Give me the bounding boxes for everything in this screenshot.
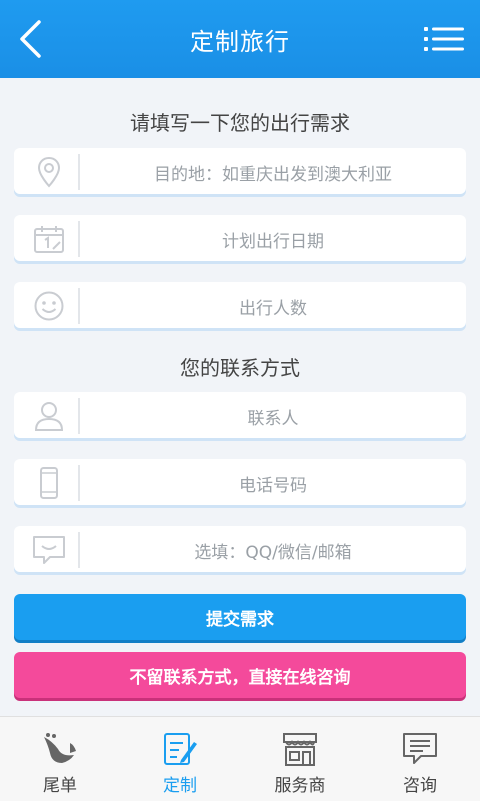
tab-label: 咨询: [403, 776, 437, 796]
smiley-icon: [34, 291, 64, 321]
tab-custom[interactable]: 定制: [120, 717, 240, 801]
other-contact-field[interactable]: 选填：QQ/微信/邮箱: [14, 526, 466, 572]
needs-section-title: 请填写一下您的出行需求: [130, 111, 350, 135]
contact-name-field[interactable]: 联系人: [14, 392, 466, 438]
phone-icon: [40, 467, 58, 499]
message-icon: [403, 733, 437, 764]
bird-icon: [44, 733, 76, 763]
bottom-tab-bar: 尾单 定制 服务商 咨询: [0, 716, 480, 801]
tab-last-minute[interactable]: 尾单: [0, 717, 120, 801]
tab-label: 服务商: [274, 776, 326, 796]
phone-field[interactable]: 电话号码: [14, 459, 466, 505]
tab-consult[interactable]: 咨询: [360, 717, 480, 801]
tab-providers[interactable]: 服务商: [240, 717, 360, 801]
travel-date-placeholder: 计划出行日期: [222, 232, 324, 252]
tab-label: 定制: [163, 776, 197, 796]
tab-label: 尾单: [43, 776, 77, 796]
top-bar: 定制旅行: [0, 0, 480, 78]
other-contact-placeholder: 选填：QQ/微信/邮箱: [194, 543, 352, 563]
travel-date-field[interactable]: 计划出行日期: [14, 215, 466, 261]
person-icon: [34, 402, 64, 431]
storefront-icon: [283, 733, 317, 766]
calendar-icon: [34, 226, 64, 253]
travelers-count-placeholder: 出行人数: [239, 299, 307, 319]
destination-field[interactable]: 目的地：如重庆出发到澳大利亚: [14, 148, 466, 194]
contact-section-title: 您的联系方式: [180, 356, 300, 380]
page-title: 定制旅行: [190, 28, 290, 56]
location-pin-icon: [37, 156, 61, 188]
list-menu-icon: [424, 27, 464, 51]
travelers-count-field[interactable]: 出行人数: [14, 282, 466, 328]
phone-placeholder: 电话号码: [239, 476, 307, 496]
contact-name-placeholder: 联系人: [247, 409, 299, 429]
edit-document-icon: [164, 733, 197, 765]
online-consult-button[interactable]: 不留联系方式，直接在线咨询: [14, 652, 466, 698]
chat-icon: [33, 536, 65, 564]
submit-button[interactable]: 提交需求: [14, 594, 466, 640]
menu-button[interactable]: [424, 22, 466, 56]
destination-placeholder: 目的地：如重庆出发到澳大利亚: [154, 165, 392, 185]
